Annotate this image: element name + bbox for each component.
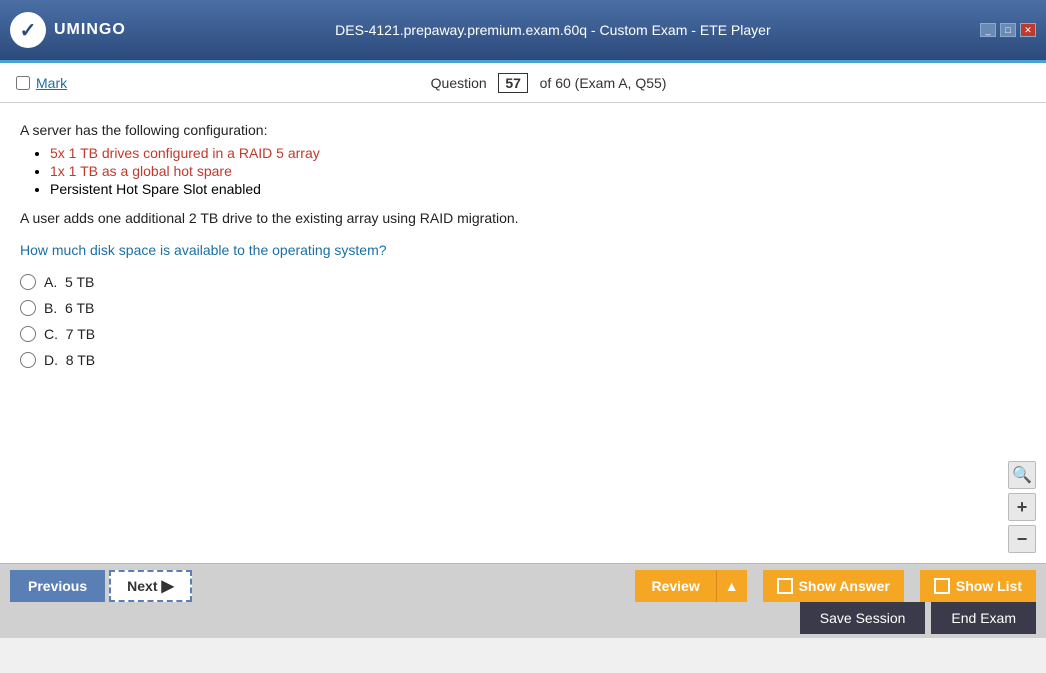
option-label-c: C. 7 TB (44, 326, 95, 342)
question-intro: A server has the following configuration… (20, 119, 1026, 141)
save-session-button[interactable]: Save Session (800, 602, 926, 634)
bottom-bar: Previous Next ▶ Review ▲ Show Answer Sho… (0, 563, 1046, 638)
logo-circle: ✓ (10, 12, 46, 48)
main-content: A server has the following configuration… (0, 103, 1046, 563)
previous-button[interactable]: Previous (10, 570, 105, 602)
options-area: A. 5 TB B. 6 TB C. 7 TB D. 8 TB (20, 274, 1026, 368)
question-of-label: of 60 (Exam A, Q55) (540, 75, 667, 91)
minimize-button[interactable]: _ (980, 23, 996, 37)
bullet-list: 5x 1 TB drives configured in a RAID 5 ar… (50, 145, 1026, 197)
title-bar: ✓ UMINGO DES-4121.prepaway.premium.exam.… (0, 0, 1046, 60)
option-radio-d[interactable] (20, 352, 36, 368)
option-row-c: C. 7 TB (20, 326, 1026, 342)
option-radio-c[interactable] (20, 326, 36, 342)
mark-checkbox[interactable] (16, 76, 30, 90)
logo-checkmark: ✓ (20, 18, 37, 43)
maximize-button[interactable]: □ (1000, 23, 1016, 37)
option-label-b: B. 6 TB (44, 300, 94, 316)
bullet-item-3: Persistent Hot Spare Slot enabled (50, 181, 1026, 197)
option-label-a: A. 5 TB (44, 274, 94, 290)
option-radio-a[interactable] (20, 274, 36, 290)
zoom-in-button[interactable]: + (1008, 493, 1036, 521)
option-row-a: A. 5 TB (20, 274, 1026, 290)
question-header: Mark Question 57 of 60 (Exam A, Q55) (0, 63, 1046, 103)
nav-row: Previous Next ▶ Review ▲ Show Answer Sho… (10, 570, 1036, 602)
logo-text: UMINGO (54, 21, 126, 39)
review-group: Review ▲ (635, 570, 746, 602)
show-list-checkbox-icon (934, 578, 950, 594)
zoom-controls: 🔍 + − (1008, 461, 1036, 553)
option-radio-b[interactable] (20, 300, 36, 316)
option-row-d: D. 8 TB (20, 352, 1026, 368)
question-number-box: 57 (498, 73, 528, 93)
review-dropdown-button[interactable]: ▲ (716, 570, 747, 602)
close-button[interactable]: ✕ (1020, 23, 1036, 37)
question-label: Question (431, 75, 487, 91)
show-answer-checkbox-icon (777, 578, 793, 594)
show-list-button[interactable]: Show List (920, 570, 1036, 602)
review-button[interactable]: Review (635, 570, 715, 602)
zoom-out-button[interactable]: − (1008, 525, 1036, 553)
search-button[interactable]: 🔍 (1008, 461, 1036, 489)
session-row: Save Session End Exam (10, 602, 1036, 634)
question-number-area: Question 57 of 60 (Exam A, Q55) (67, 73, 1030, 93)
end-exam-button[interactable]: End Exam (931, 602, 1036, 634)
window-controls: _ □ ✕ (980, 23, 1036, 37)
window-title: DES-4121.prepaway.premium.exam.60q - Cus… (126, 22, 980, 38)
question-body: A user adds one additional 2 TB drive to… (20, 207, 1026, 229)
mark-label[interactable]: Mark (36, 75, 67, 91)
bullet-item-2: 1x 1 TB as a global hot spare (50, 163, 1026, 179)
option-row-b: B. 6 TB (20, 300, 1026, 316)
question-prompt: How much disk space is available to the … (20, 242, 1026, 258)
bullet-item-1: 5x 1 TB drives configured in a RAID 5 ar… (50, 145, 1026, 161)
show-answer-button[interactable]: Show Answer (763, 570, 904, 602)
mark-area[interactable]: Mark (16, 75, 67, 91)
next-arrow-icon: ▶ (162, 576, 174, 596)
option-label-d: D. 8 TB (44, 352, 95, 368)
next-button[interactable]: Next ▶ (109, 570, 192, 602)
logo-area: ✓ UMINGO (10, 12, 126, 48)
